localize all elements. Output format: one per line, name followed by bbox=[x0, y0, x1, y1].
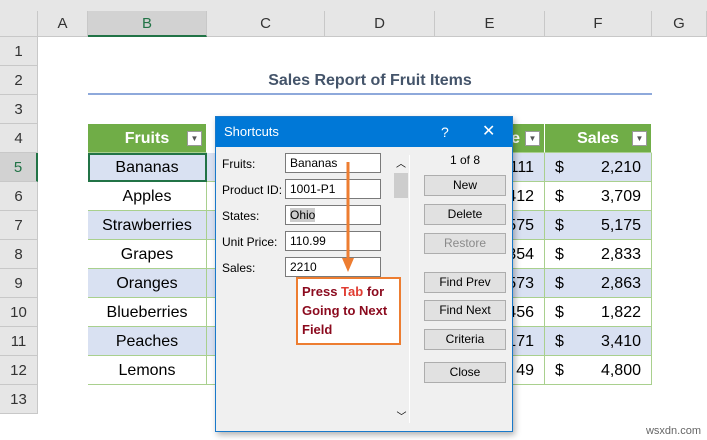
close-button[interactable]: Close bbox=[424, 362, 506, 383]
find-next-button[interactable]: Find Next bbox=[424, 300, 506, 321]
sales-cell[interactable]: $2,210 bbox=[545, 153, 652, 182]
column-header-G[interactable]: G bbox=[652, 11, 707, 37]
sales-cell[interactable]: $3,410 bbox=[545, 327, 652, 356]
column-header-B[interactable]: B bbox=[88, 11, 207, 37]
row-header-4[interactable]: 4 bbox=[0, 124, 38, 153]
sales-value: 3,709 bbox=[600, 188, 641, 205]
help-button[interactable]: ? bbox=[441, 117, 449, 147]
column-header-A[interactable]: A bbox=[38, 11, 88, 37]
row-header-10[interactable]: 10 bbox=[0, 298, 38, 327]
row-header-5[interactable]: 5 bbox=[0, 153, 38, 182]
field-input[interactable]: 1001-P1 bbox=[285, 179, 381, 199]
currency-symbol: $ bbox=[555, 217, 564, 234]
field-label: Fruits: bbox=[222, 157, 256, 171]
new-button[interactable]: New bbox=[424, 175, 506, 196]
sales-value: 1,822 bbox=[600, 304, 641, 321]
row-header-13[interactable]: 13 bbox=[0, 385, 38, 414]
fruit-cell[interactable]: Strawberries bbox=[88, 211, 207, 240]
field-input[interactable]: Bananas bbox=[285, 153, 381, 173]
sales-value: 4,800 bbox=[600, 362, 641, 379]
watermark: wsxdn.com bbox=[645, 425, 701, 437]
tab-callout: Press Tab for Going to Next Field bbox=[296, 277, 401, 345]
currency-symbol: $ bbox=[555, 362, 564, 379]
filter-dropdown-icon[interactable]: ▼ bbox=[632, 131, 647, 146]
data-form-dialog: Shortcuts ? ✕ Fruits: Bananas Product ID: 1… bbox=[215, 116, 513, 432]
column-header-F[interactable]: F bbox=[545, 11, 652, 37]
sales-cell[interactable]: $1,822 bbox=[545, 298, 652, 327]
row-header-7[interactable]: 7 bbox=[0, 211, 38, 240]
filter-dropdown-icon[interactable]: ▼ bbox=[187, 131, 202, 146]
fruit-cell[interactable]: Oranges bbox=[88, 269, 207, 298]
field-input[interactable]: 2210 bbox=[285, 257, 381, 277]
sales-value: 2,863 bbox=[600, 275, 641, 292]
delete-button[interactable]: Delete bbox=[424, 204, 506, 225]
restore-button[interactable]: Restore bbox=[424, 233, 506, 254]
report-title: Sales Report of Fruit Items bbox=[88, 66, 652, 95]
filter-dropdown-icon[interactable]: ▼ bbox=[525, 131, 540, 146]
field-label: Unit Price: bbox=[222, 235, 278, 249]
row-header-6[interactable]: 6 bbox=[0, 182, 38, 211]
dialog-title-bar[interactable]: Shortcuts ? ✕ bbox=[216, 117, 512, 147]
field-label: Product ID: bbox=[222, 183, 283, 197]
row-header-2[interactable]: 2 bbox=[0, 66, 38, 95]
row-header-1[interactable]: 1 bbox=[0, 37, 38, 66]
criteria-button[interactable]: Criteria bbox=[424, 329, 506, 350]
column-header-C[interactable]: C bbox=[207, 11, 325, 37]
currency-symbol: $ bbox=[555, 275, 564, 292]
header-label: Fruits bbox=[124, 130, 170, 147]
header-sales[interactable]: Sales ▼ bbox=[545, 124, 652, 153]
close-icon[interactable]: ✕ bbox=[482, 117, 495, 147]
row-header-9[interactable]: 9 bbox=[0, 269, 38, 298]
find-prev-button[interactable]: Find Prev bbox=[424, 272, 506, 293]
dialog-title: Shortcuts bbox=[224, 124, 279, 139]
header-fruits[interactable]: Fruits ▼ bbox=[88, 124, 207, 153]
field-value: Bananas bbox=[290, 156, 338, 170]
sales-cell[interactable]: $2,863 bbox=[545, 269, 652, 298]
fruit-cell[interactable]: Bananas bbox=[88, 153, 207, 182]
currency-symbol: $ bbox=[555, 159, 564, 176]
field-value: 110.99 bbox=[290, 234, 326, 248]
scroll-up-icon[interactable]: ︿ bbox=[393, 155, 409, 170]
sales-value: 2,210 bbox=[600, 159, 641, 176]
row-header-11[interactable]: 11 bbox=[0, 327, 38, 356]
sales-cell[interactable]: $3,709 bbox=[545, 182, 652, 211]
column-header-E[interactable]: E bbox=[435, 11, 545, 37]
fruit-cell[interactable]: Grapes bbox=[88, 240, 207, 269]
sales-cell[interactable]: $4,800 bbox=[545, 356, 652, 385]
field-value: 2210 bbox=[290, 260, 317, 274]
record-counter: 1 of 8 bbox=[449, 153, 481, 167]
field-value: Ohio bbox=[290, 208, 316, 222]
field-label: States: bbox=[222, 209, 260, 223]
field-value: 1001-P1 bbox=[290, 182, 336, 196]
column-header-D[interactable]: D bbox=[325, 11, 435, 37]
sales-cell[interactable]: $5,175 bbox=[545, 211, 652, 240]
header-label: Sales bbox=[577, 130, 619, 147]
row-header-12[interactable]: 12 bbox=[0, 356, 38, 385]
row-header-8[interactable]: 8 bbox=[0, 240, 38, 269]
arrow-icon bbox=[342, 162, 354, 272]
currency-symbol: $ bbox=[555, 333, 564, 350]
scroll-down-icon[interactable]: ﹀ bbox=[393, 408, 410, 423]
ribbon-edge bbox=[0, 0, 707, 11]
sales-value: 3,410 bbox=[600, 333, 641, 350]
field-input[interactable]: Ohio bbox=[285, 205, 381, 225]
field-input[interactable]: 110.99 bbox=[285, 231, 381, 251]
sales-value: 5,175 bbox=[600, 217, 641, 234]
currency-symbol: $ bbox=[555, 188, 564, 205]
sales-value: 2,833 bbox=[600, 246, 641, 263]
fruit-cell[interactable]: Apples bbox=[88, 182, 207, 211]
corner[interactable] bbox=[0, 11, 38, 37]
row-header-3[interactable]: 3 bbox=[0, 95, 38, 124]
sales-cell[interactable]: $2,833 bbox=[545, 240, 652, 269]
currency-symbol: $ bbox=[555, 304, 564, 321]
field-label: Sales: bbox=[222, 261, 256, 275]
scroll-thumb[interactable] bbox=[394, 173, 408, 198]
fruit-cell[interactable]: Peaches bbox=[88, 327, 207, 356]
fruit-cell[interactable]: Blueberries bbox=[88, 298, 207, 327]
fruit-cell[interactable]: Lemons bbox=[88, 356, 207, 385]
currency-symbol: $ bbox=[555, 246, 564, 263]
